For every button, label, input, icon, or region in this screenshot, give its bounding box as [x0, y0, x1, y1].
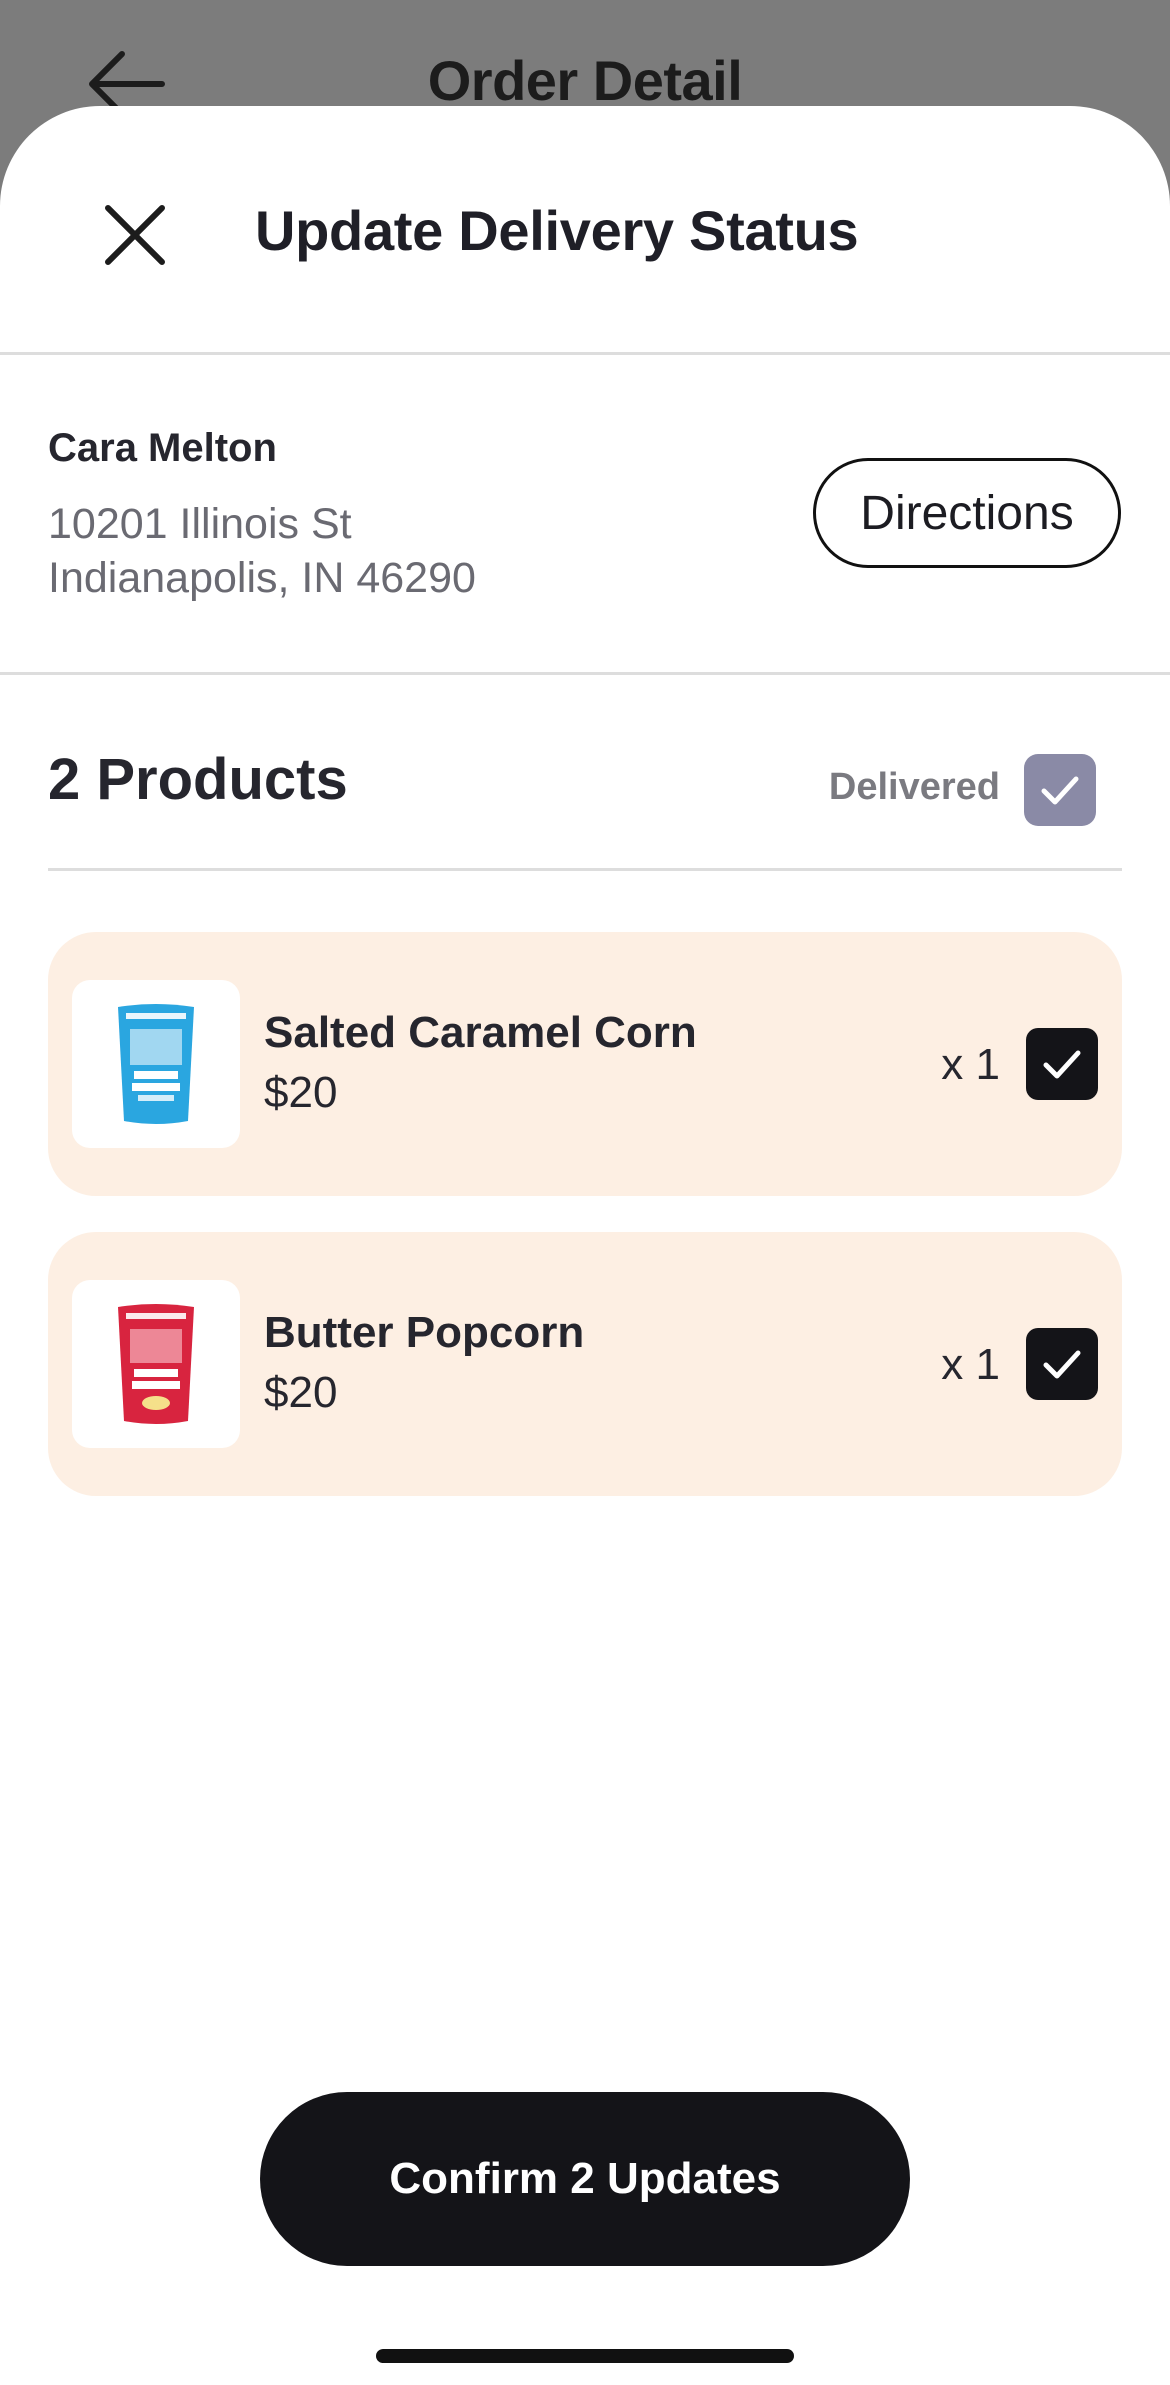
customer-info: Cara Melton 10201 Illinois St Indianapol… [0, 356, 1170, 676]
check-icon [1041, 776, 1079, 805]
order-detail-title: Order Detail [427, 49, 743, 112]
product-image [72, 1280, 240, 1448]
products-count: 2 Products [48, 747, 348, 812]
directions-button[interactable]: Directions [813, 458, 1121, 568]
product-price: $20 [264, 1068, 338, 1117]
close-icon[interactable] [96, 196, 174, 274]
delivered-label: Delivered [828, 766, 1000, 808]
check-icon [1043, 1350, 1081, 1379]
popcorn-bag-icon [118, 1004, 194, 1124]
address-line-2: Indianapolis, IN 46290 [48, 554, 476, 602]
products-header: 2 Products Delivered [48, 746, 1122, 866]
check-icon [1043, 1050, 1081, 1079]
update-delivery-sheet: Update Delivery Status Cara Melton 10201… [0, 106, 1170, 2385]
sheet-title: Update Delivery Status [255, 199, 859, 262]
product-image [72, 980, 240, 1148]
sheet-header: Update Delivery Status [0, 106, 1170, 353]
product-name: Butter Popcorn [264, 1308, 585, 1357]
popcorn-bag-icon [118, 1304, 194, 1424]
divider [0, 672, 1170, 675]
customer-name: Cara Melton [48, 426, 277, 470]
confirm-updates-button[interactable]: Confirm 2 Updates [260, 2092, 910, 2266]
product-delivered-checkbox[interactable] [1026, 1028, 1098, 1100]
product-quantity: x 1 [941, 1040, 1000, 1089]
delivered-all-checkbox[interactable] [1024, 754, 1096, 826]
divider [0, 352, 1170, 355]
product-quantity: x 1 [941, 1340, 1000, 1389]
home-indicator [376, 2349, 794, 2363]
divider [48, 868, 1122, 871]
product-name: Salted Caramel Corn [264, 1008, 697, 1057]
product-delivered-checkbox[interactable] [1026, 1328, 1098, 1400]
product-item: Butter Popcorn $20 x 1 [48, 1232, 1122, 1496]
product-item: Salted Caramel Corn $20 x 1 [48, 932, 1122, 1196]
address-line-1: 10201 Illinois St [48, 500, 352, 548]
product-price: $20 [264, 1368, 338, 1417]
